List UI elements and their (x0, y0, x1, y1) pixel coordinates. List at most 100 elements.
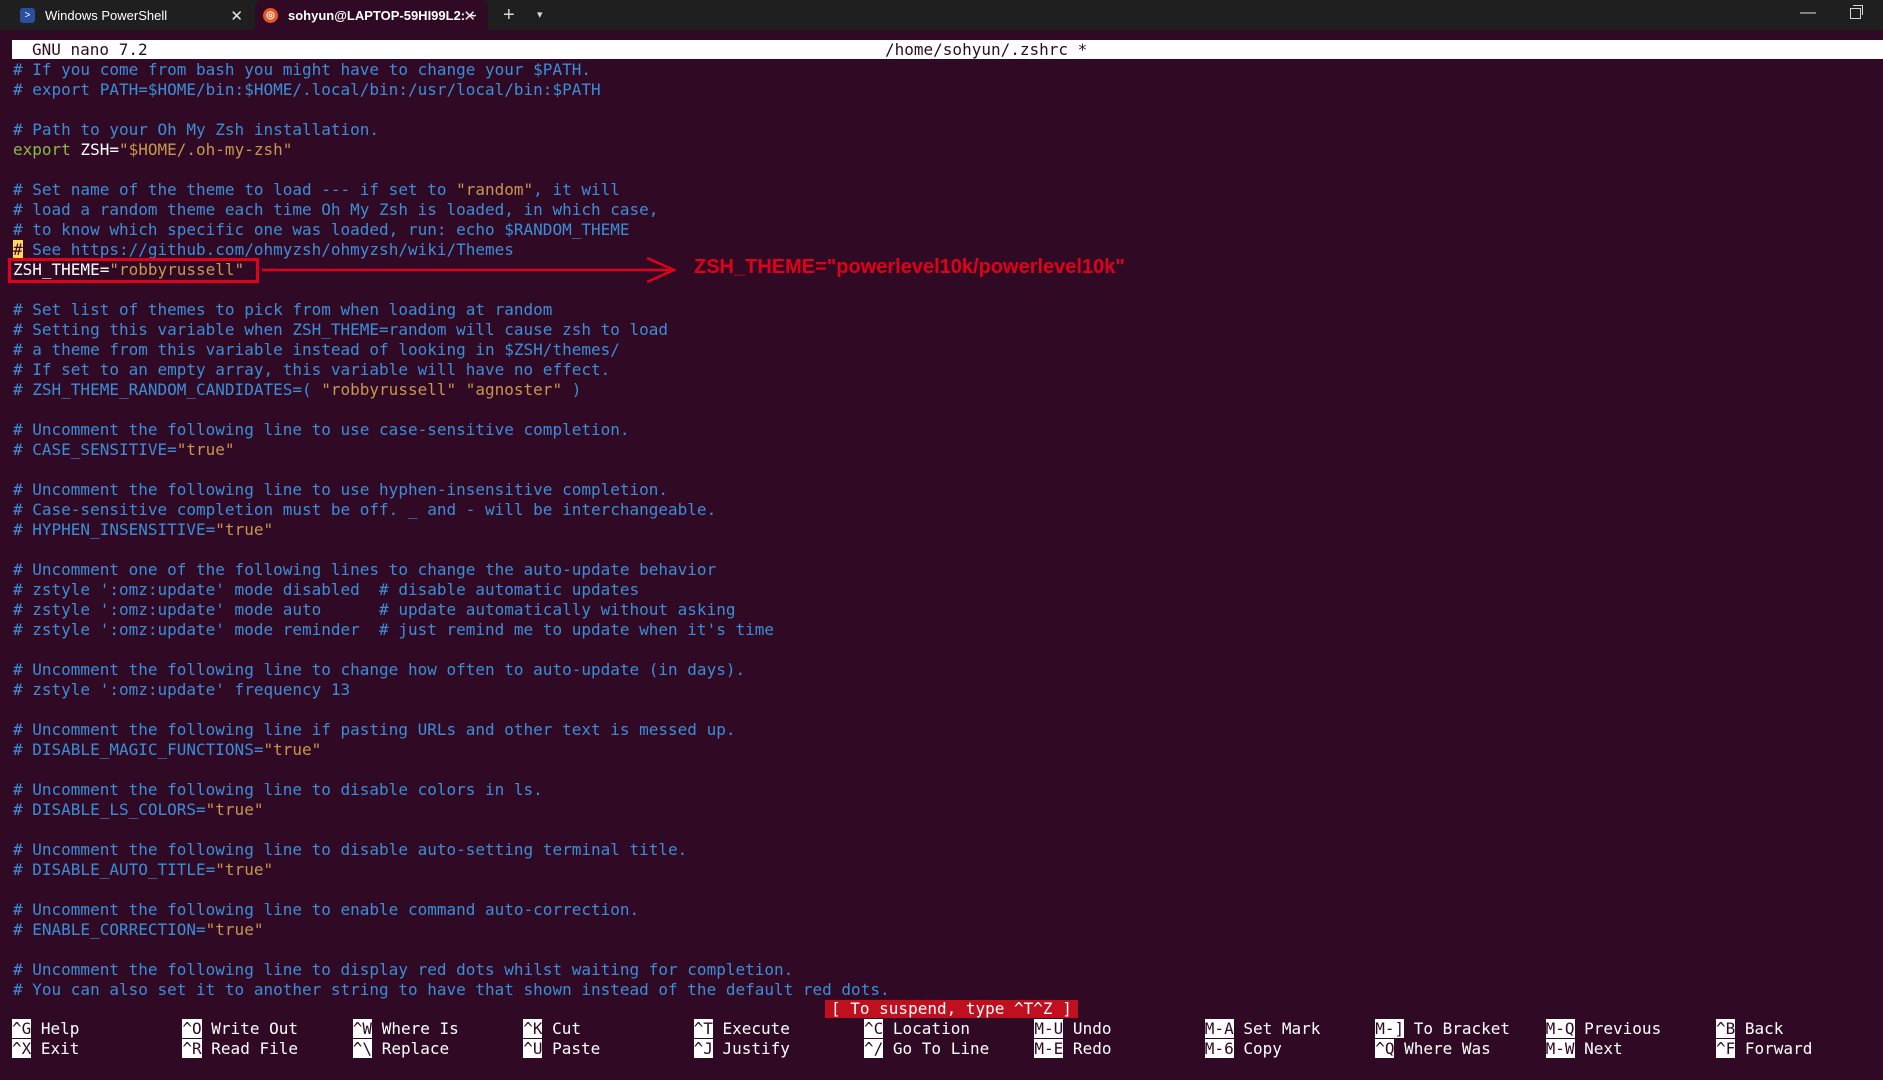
shortcut-item[interactable]: ^W Where Is (352, 1019, 459, 1039)
shortcut-label: Where Is (372, 1019, 459, 1038)
shortcut-item[interactable]: ^F Forward (1716, 1039, 1812, 1059)
code-token: ZSH= (70, 140, 119, 159)
shortcut-label: Replace (372, 1039, 450, 1058)
shortcut-item[interactable]: M-6 Copy (1204, 1039, 1282, 1059)
shortcut-key: M-] (1375, 1019, 1405, 1038)
shortcut-item[interactable]: ^/ Go To Line (864, 1039, 989, 1059)
minimize-button[interactable]: — (1800, 4, 1816, 22)
shortcut-key: M-6 (1204, 1039, 1234, 1058)
new-tab-button[interactable]: + (503, 4, 515, 27)
code-token: # Uncomment the following line to change… (13, 660, 746, 679)
tab-bar: > Windows PowerShell ✕ ◎ sohyun@LAPTOP-5… (0, 0, 1883, 30)
shortcut-item[interactable]: ^K Cut (523, 1019, 581, 1039)
code-token: # ENABLE_CORRECTION= (13, 920, 206, 939)
shortcut-label: Go To Line (883, 1039, 990, 1058)
shortcut-label: To Bracket (1404, 1019, 1511, 1038)
editor-line: # Uncomment the following line to disabl… (13, 840, 890, 860)
editor-line: # load a random theme each time Oh My Zs… (13, 200, 890, 220)
shortcut-item[interactable]: ^B Back (1716, 1019, 1783, 1039)
code-token: # zstyle ':omz:update' mode reminder # j… (13, 620, 774, 639)
shortcut-label: Justify (712, 1039, 790, 1058)
code-token: # Uncomment the following line to enable… (13, 900, 640, 919)
shortcut-item[interactable]: M-Q Previous (1545, 1019, 1662, 1039)
code-token: # load a random theme each time Oh My Zs… (13, 200, 659, 219)
code-token: "true" (176, 440, 235, 459)
shortcut-item[interactable]: M-U Undo (1034, 1019, 1111, 1039)
shortcut-label: Cut (542, 1019, 581, 1038)
restore-button[interactable] (1850, 5, 1863, 19)
shortcut-key: ^B (1716, 1019, 1736, 1038)
code-token: # Uncomment the following line to use hy… (13, 480, 669, 499)
tab-ubuntu[interactable]: ◎ sohyun@LAPTOP-59HI99L2: ~ ✕ (255, 0, 488, 30)
shortcut-label: Set Mark (1233, 1019, 1321, 1038)
shortcut-item[interactable]: ^\ Replace (352, 1039, 450, 1059)
code-token: # Uncomment one of the following lines t… (13, 560, 717, 579)
editor-line: # ENABLE_CORRECTION="true" (13, 920, 890, 940)
close-icon[interactable]: ✕ (463, 7, 476, 25)
code-token: # Uncomment the following line to displa… (13, 960, 794, 979)
editor-line: export ZSH="$HOME/.oh-my-zsh" (13, 140, 890, 160)
shortcut-key: ^Q (1375, 1039, 1395, 1058)
shortcut-key: M-A (1204, 1019, 1234, 1038)
editor-line: # Path to your Oh My Zsh installation. (13, 120, 890, 140)
code-token: "true" (263, 740, 322, 759)
shortcut-label: Next (1574, 1039, 1623, 1058)
shortcut-item[interactable]: ^X Exit (12, 1039, 79, 1059)
close-icon[interactable]: ✕ (230, 7, 243, 25)
code-token: # ZSH_THEME_RANDOM_CANDIDATES=( (13, 380, 322, 399)
shortcut-item[interactable]: ^O Write Out (182, 1019, 298, 1039)
shortcut-item[interactable]: M-] To Bracket (1375, 1019, 1510, 1039)
code-token: # DISABLE_AUTO_TITLE= (13, 860, 216, 879)
shortcut-item[interactable]: ^R Read File (182, 1039, 298, 1059)
shortcut-key: ^O (182, 1019, 202, 1038)
shortcut-key: ^R (182, 1039, 202, 1058)
shortcut-key: ^G (12, 1019, 32, 1038)
editor-line: # to know which specific one was loaded,… (13, 220, 890, 240)
shortcut-label: Previous (1574, 1019, 1662, 1038)
tab-windows-powershell[interactable]: > Windows PowerShell ✕ (8, 0, 255, 30)
shortcut-item[interactable]: ^G Help (12, 1019, 79, 1039)
editor-line: # a theme from this variable instead of … (13, 340, 890, 360)
code-token: , it will (533, 180, 620, 199)
code-token: "true" (205, 920, 264, 939)
code-token: # zstyle ':omz:update' mode auto # updat… (13, 600, 736, 619)
shortcut-label: Paste (542, 1039, 601, 1058)
editor-line: # CASE_SENSITIVE="true" (13, 440, 890, 460)
shortcut-item[interactable]: ^Q Where Was (1375, 1039, 1491, 1059)
shortcut-item[interactable]: ^U Paste (523, 1039, 600, 1059)
status-message: [ To suspend, type ^T^Z ] (825, 1000, 1078, 1018)
code-token: # HYPHEN_INSENSITIVE= (13, 520, 216, 539)
annotation-text: ZSH_THEME="powerlevel10k/powerlevel10k" (694, 256, 1125, 278)
code-token: # DISABLE_LS_COLORS= (13, 800, 206, 819)
code-token: # CASE_SENSITIVE= (13, 440, 177, 459)
code-token: "true" (215, 520, 274, 539)
shortcut-key: M-E (1034, 1039, 1064, 1058)
code-token: "robbyrussell" "agnoster" (321, 380, 563, 399)
code-token: # Path to your Oh My Zsh installation. (13, 120, 380, 139)
shortcut-key: ^X (12, 1039, 32, 1058)
code-token: "random" (456, 180, 534, 199)
editor-line: # DISABLE_LS_COLORS="true" (13, 800, 890, 820)
shortcut-item[interactable]: M-E Redo (1034, 1039, 1111, 1059)
shortcut-item[interactable]: ^J Justify (693, 1039, 790, 1059)
file-name: /home/sohyun/.zshrc * (885, 40, 1088, 59)
shortcut-item[interactable]: M-W Next (1545, 1039, 1623, 1059)
arrow-icon (262, 256, 678, 284)
shortcut-key: M-U (1034, 1019, 1064, 1038)
editor-line: # If you come from bash you might have t… (13, 60, 890, 80)
code-token: # Case-sensitive completion must be off.… (13, 500, 717, 519)
shortcut-key: ^F (1716, 1039, 1736, 1058)
editor-line: # ZSH_THEME_RANDOM_CANDIDATES=( "robbyru… (13, 380, 890, 400)
shortcut-item[interactable]: ^T Execute (693, 1019, 790, 1039)
shortcut-item[interactable]: ^C Location (864, 1019, 970, 1039)
code-token: # If set to an empty array, this variabl… (13, 360, 611, 379)
code-token: ) (562, 380, 582, 399)
chevron-down-icon[interactable]: ▾ (537, 8, 543, 21)
shortcut-item[interactable]: M-A Set Mark (1204, 1019, 1321, 1039)
editor-text-area[interactable]: # If you come from bash you might have t… (13, 60, 890, 1000)
